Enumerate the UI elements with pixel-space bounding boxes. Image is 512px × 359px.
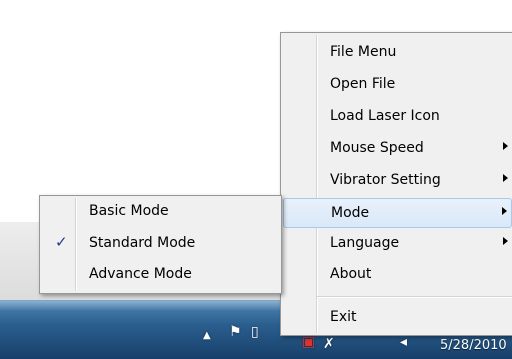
submenu-item-label: Advance Mode	[89, 266, 192, 282]
network-icon[interactable]: ▣	[302, 334, 315, 350]
submenu-item-basic-mode[interactable]: Basic Mode	[42, 197, 279, 227]
menu-item-load-laser-icon[interactable]: Load Laser Icon	[283, 102, 512, 132]
menu-item-label: Mouse Speed	[330, 140, 424, 156]
menu-item-language[interactable]: Language	[283, 229, 512, 259]
submenu-arrow-icon	[503, 142, 508, 150]
device-icon[interactable]: ▯	[251, 324, 259, 340]
mode-submenu: Basic Mode ✓ Standard Mode Advance Mode	[39, 195, 282, 294]
submenu-item-advance-mode[interactable]: Advance Mode	[42, 260, 279, 290]
menu-item-exit[interactable]: Exit	[283, 303, 512, 333]
menu-item-label: Open File	[330, 76, 396, 92]
submenu-item-standard-mode[interactable]: ✓ Standard Mode	[42, 229, 279, 259]
menu-item-vibrator-setting[interactable]: Vibrator Setting	[283, 166, 512, 196]
volume-icon[interactable]: ◂	[400, 334, 407, 350]
submenu-item-label: Basic Mode	[89, 203, 169, 219]
tool-icon[interactable]: ✗	[323, 336, 335, 352]
menu-item-label: Load Laser Icon	[330, 108, 440, 124]
submenu-arrow-icon	[503, 174, 508, 182]
menu-item-label: Mode	[331, 205, 370, 221]
show-hidden-icons-arrow[interactable]: ▲	[203, 328, 211, 344]
menu-item-open-file[interactable]: Open File	[283, 70, 512, 100]
menu-item-about[interactable]: About	[283, 260, 512, 290]
menu-item-mode[interactable]: Mode	[283, 198, 512, 228]
menu-item-label: Vibrator Setting	[330, 172, 441, 188]
menu-separator	[317, 296, 512, 298]
menu-item-label: File Menu	[330, 44, 397, 60]
clock-date[interactable]: 5/28/2010	[440, 338, 507, 353]
submenu-item-label: Standard Mode	[89, 235, 196, 251]
menu-item-label: Exit	[330, 309, 357, 325]
menu-item-file-menu[interactable]: File Menu	[283, 38, 512, 68]
submenu-arrow-icon	[502, 207, 507, 215]
action-center-flag-icon[interactable]: ⚑	[229, 324, 242, 340]
tray-context-menu: File Menu Open File Load Laser Icon Mous…	[280, 32, 512, 336]
menu-item-label: About	[330, 266, 372, 282]
checkmark-icon: ✓	[55, 233, 68, 251]
menu-item-label: Language	[330, 235, 400, 251]
submenu-arrow-icon	[503, 237, 508, 245]
menu-item-mouse-speed[interactable]: Mouse Speed	[283, 134, 512, 164]
